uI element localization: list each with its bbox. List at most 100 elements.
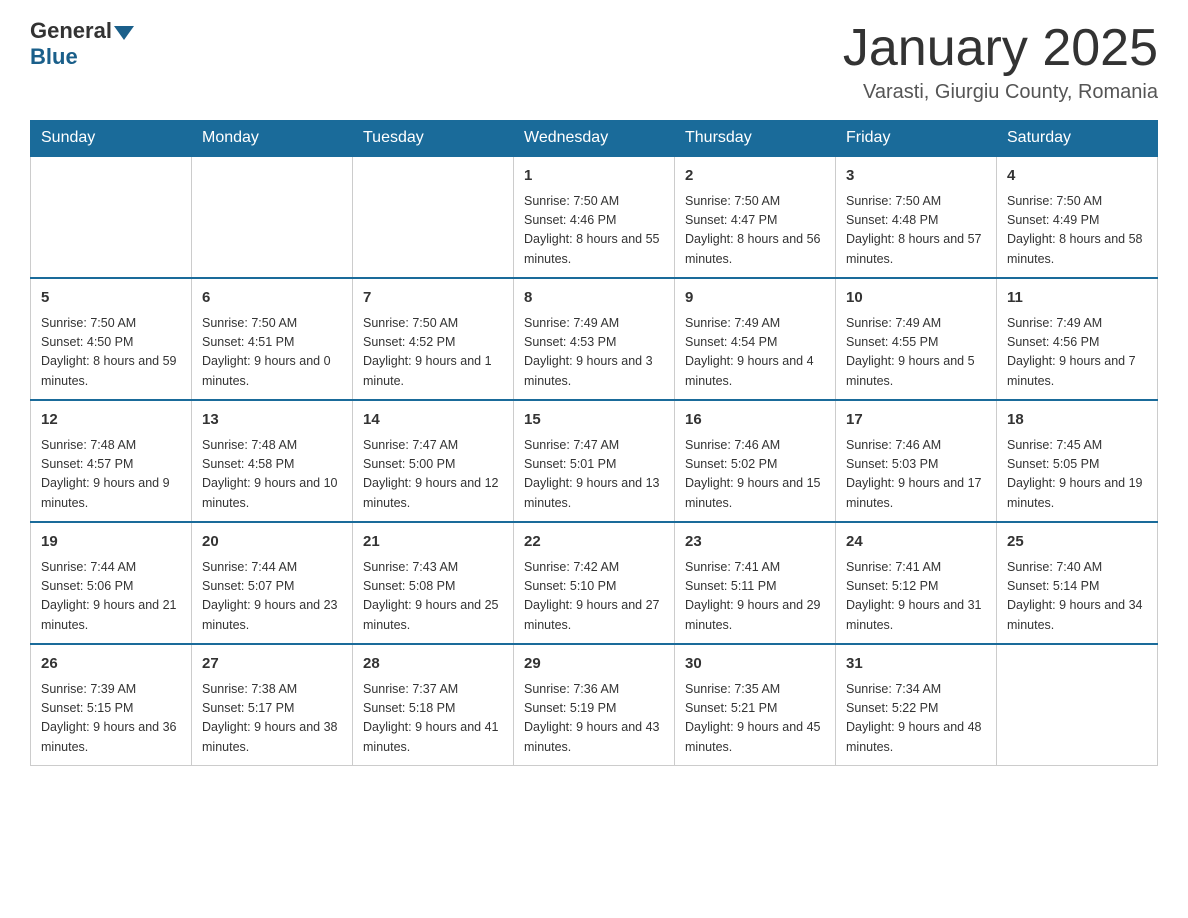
day-number: 25 (1007, 531, 1147, 554)
day-info: Sunrise: 7:44 AM Sunset: 5:07 PM Dayligh… (202, 558, 342, 636)
day-number: 24 (846, 531, 986, 554)
calendar-cell: 27Sunrise: 7:38 AM Sunset: 5:17 PM Dayli… (192, 644, 353, 766)
calendar-week-row: 5 Sunrise: 7:50 AM Sunset: 4:50 PM Daylig… (31, 278, 1158, 400)
calendar-cell: 8 Sunrise: 7:49 AM Sunset: 4:53 PM Daylig… (514, 278, 675, 400)
calendar-week-row: 1 Sunrise: 7:50 AM Sunset: 4:46 PM Daylig… (31, 156, 1158, 278)
day-number: 27 (202, 653, 342, 676)
logo-blue-text: Blue (30, 44, 78, 70)
calendar-cell: 17 Sunrise: 7:46 AM Sunset: 5:03 PM Dayli… (836, 400, 997, 522)
title-block: January 2025 Varasti, Giurgiu County, Ro… (843, 20, 1158, 104)
calendar-week-row: 12 Sunrise: 7:48 AM Sunset: 4:57 PM Dayli… (31, 400, 1158, 522)
day-info: Sunrise: 7:50 AM Sunset: 4:47 PM Dayligh… (685, 192, 825, 270)
calendar-cell: 13 Sunrise: 7:48 AM Sunset: 4:58 PM Dayli… (192, 400, 353, 522)
day-info: Sunrise: 7:49 AM Sunset: 4:56 PM Dayligh… (1007, 314, 1147, 392)
calendar-cell (353, 156, 514, 278)
day-info: Sunrise: 7:50 AM Sunset: 4:46 PM Dayligh… (524, 192, 664, 270)
calendar-cell: 25 Sunrise: 7:40 AM Sunset: 5:14 PM Dayli… (997, 522, 1158, 644)
calendar-cell: 5 Sunrise: 7:50 AM Sunset: 4:50 PM Daylig… (31, 278, 192, 400)
day-number: 17 (846, 409, 986, 432)
day-info: Sunrise: 7:49 AM Sunset: 4:53 PM Dayligh… (524, 314, 664, 392)
calendar-cell: 18Sunrise: 7:45 AM Sunset: 5:05 PM Dayli… (997, 400, 1158, 522)
day-number: 30 (685, 653, 825, 676)
calendar-cell: 11Sunrise: 7:49 AM Sunset: 4:56 PM Dayli… (997, 278, 1158, 400)
calendar-cell: 29 Sunrise: 7:36 AM Sunset: 5:19 PM Dayli… (514, 644, 675, 766)
day-number: 5 (41, 287, 181, 310)
day-number: 16 (685, 409, 825, 432)
calendar-cell: 6 Sunrise: 7:50 AM Sunset: 4:51 PM Daylig… (192, 278, 353, 400)
calendar-cell (997, 644, 1158, 766)
day-header-thursday: Thursday (675, 121, 836, 157)
day-info: Sunrise: 7:44 AM Sunset: 5:06 PM Dayligh… (41, 558, 181, 636)
calendar-cell: 23Sunrise: 7:41 AM Sunset: 5:11 PM Dayli… (675, 522, 836, 644)
calendar-cell: 31Sunrise: 7:34 AM Sunset: 5:22 PM Dayli… (836, 644, 997, 766)
calendar-cell: 1 Sunrise: 7:50 AM Sunset: 4:46 PM Daylig… (514, 156, 675, 278)
day-header-sunday: Sunday (31, 121, 192, 157)
day-header-tuesday: Tuesday (353, 121, 514, 157)
day-info: Sunrise: 7:50 AM Sunset: 4:48 PM Dayligh… (846, 192, 986, 270)
calendar-cell: 30 Sunrise: 7:35 AM Sunset: 5:21 PM Dayli… (675, 644, 836, 766)
calendar-cell: 10Sunrise: 7:49 AM Sunset: 4:55 PM Dayli… (836, 278, 997, 400)
day-info: Sunrise: 7:35 AM Sunset: 5:21 PM Dayligh… (685, 680, 825, 758)
day-number: 26 (41, 653, 181, 676)
day-number: 20 (202, 531, 342, 554)
day-info: Sunrise: 7:36 AM Sunset: 5:19 PM Dayligh… (524, 680, 664, 758)
day-info: Sunrise: 7:48 AM Sunset: 4:57 PM Dayligh… (41, 436, 181, 514)
day-info: Sunrise: 7:50 AM Sunset: 4:50 PM Dayligh… (41, 314, 181, 392)
page-header: General Blue January 2025 Varasti, Giurg… (30, 20, 1158, 104)
day-header-wednesday: Wednesday (514, 121, 675, 157)
day-number: 13 (202, 409, 342, 432)
day-number: 8 (524, 287, 664, 310)
logo-arrow-icon (114, 26, 134, 40)
day-number: 22 (524, 531, 664, 554)
day-info: Sunrise: 7:37 AM Sunset: 5:18 PM Dayligh… (363, 680, 503, 758)
logo: General Blue (30, 20, 134, 70)
day-info: Sunrise: 7:47 AM Sunset: 5:01 PM Dayligh… (524, 436, 664, 514)
calendar-cell: 28 Sunrise: 7:37 AM Sunset: 5:18 PM Dayli… (353, 644, 514, 766)
day-number: 9 (685, 287, 825, 310)
location-subtitle: Varasti, Giurgiu County, Romania (843, 81, 1158, 104)
day-number: 29 (524, 653, 664, 676)
calendar-cell: 7 Sunrise: 7:50 AM Sunset: 4:52 PM Daylig… (353, 278, 514, 400)
day-info: Sunrise: 7:41 AM Sunset: 5:12 PM Dayligh… (846, 558, 986, 636)
day-info: Sunrise: 7:50 AM Sunset: 4:51 PM Dayligh… (202, 314, 342, 392)
day-number: 2 (685, 165, 825, 188)
calendar-cell (192, 156, 353, 278)
day-info: Sunrise: 7:50 AM Sunset: 4:52 PM Dayligh… (363, 314, 503, 392)
logo-general-text: General (30, 20, 112, 42)
calendar-cell: 2 Sunrise: 7:50 AM Sunset: 4:47 PM Daylig… (675, 156, 836, 278)
day-number: 3 (846, 165, 986, 188)
calendar-week-row: 26 Sunrise: 7:39 AM Sunset: 5:15 PM Dayli… (31, 644, 1158, 766)
calendar-header-row: SundayMondayTuesdayWednesdayThursdayFrid… (31, 121, 1158, 157)
calendar-cell (31, 156, 192, 278)
day-number: 7 (363, 287, 503, 310)
calendar-cell: 9Sunrise: 7:49 AM Sunset: 4:54 PM Daylig… (675, 278, 836, 400)
day-number: 14 (363, 409, 503, 432)
calendar-cell: 12 Sunrise: 7:48 AM Sunset: 4:57 PM Dayli… (31, 400, 192, 522)
day-info: Sunrise: 7:43 AM Sunset: 5:08 PM Dayligh… (363, 558, 503, 636)
calendar-table: SundayMondayTuesdayWednesdayThursdayFrid… (30, 120, 1158, 766)
calendar-cell: 20 Sunrise: 7:44 AM Sunset: 5:07 PM Dayli… (192, 522, 353, 644)
calendar-cell: 24 Sunrise: 7:41 AM Sunset: 5:12 PM Dayli… (836, 522, 997, 644)
day-number: 1 (524, 165, 664, 188)
day-info: Sunrise: 7:50 AM Sunset: 4:49 PM Dayligh… (1007, 192, 1147, 270)
day-number: 28 (363, 653, 503, 676)
day-number: 15 (524, 409, 664, 432)
day-info: Sunrise: 7:39 AM Sunset: 5:15 PM Dayligh… (41, 680, 181, 758)
day-info: Sunrise: 7:46 AM Sunset: 5:02 PM Dayligh… (685, 436, 825, 514)
calendar-cell: 14 Sunrise: 7:47 AM Sunset: 5:00 PM Dayli… (353, 400, 514, 522)
day-number: 6 (202, 287, 342, 310)
day-info: Sunrise: 7:40 AM Sunset: 5:14 PM Dayligh… (1007, 558, 1147, 636)
calendar-cell: 26 Sunrise: 7:39 AM Sunset: 5:15 PM Dayli… (31, 644, 192, 766)
day-info: Sunrise: 7:42 AM Sunset: 5:10 PM Dayligh… (524, 558, 664, 636)
calendar-cell: 21Sunrise: 7:43 AM Sunset: 5:08 PM Dayli… (353, 522, 514, 644)
day-number: 19 (41, 531, 181, 554)
day-header-saturday: Saturday (997, 121, 1158, 157)
day-number: 4 (1007, 165, 1147, 188)
day-info: Sunrise: 7:47 AM Sunset: 5:00 PM Dayligh… (363, 436, 503, 514)
day-number: 12 (41, 409, 181, 432)
day-info: Sunrise: 7:46 AM Sunset: 5:03 PM Dayligh… (846, 436, 986, 514)
day-info: Sunrise: 7:34 AM Sunset: 5:22 PM Dayligh… (846, 680, 986, 758)
calendar-cell: 3 Sunrise: 7:50 AM Sunset: 4:48 PM Daylig… (836, 156, 997, 278)
day-info: Sunrise: 7:48 AM Sunset: 4:58 PM Dayligh… (202, 436, 342, 514)
calendar-cell: 16 Sunrise: 7:46 AM Sunset: 5:02 PM Dayli… (675, 400, 836, 522)
